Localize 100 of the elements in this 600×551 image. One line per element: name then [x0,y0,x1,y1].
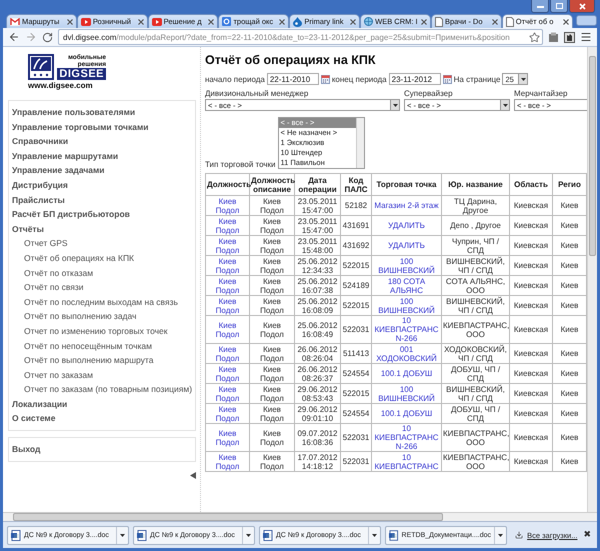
close-icon[interactable] [279,18,286,24]
calendar-icon[interactable] [320,74,330,84]
menu-item[interactable]: Локализации [12,396,68,412]
submenu-item[interactable]: Отчет GPS [12,236,68,251]
close-button[interactable] [569,0,595,13]
table-link[interactable]: УДАЛИТЬ [372,236,442,256]
menu-item[interactable]: Управление задачами [12,163,105,178]
table-link[interactable]: Киев Подол [206,296,250,316]
submenu-item[interactable]: Отчет по изменению торговых точек [12,324,168,338]
logout-link[interactable]: Выход [12,442,40,457]
maximize-button[interactable] [550,0,568,13]
vertical-scrollbar[interactable] [587,47,597,512]
extension-icon[interactable] [564,32,575,42]
submenu-item[interactable]: Отчет по заказам [12,368,93,382]
download-menu-button[interactable] [368,526,380,544]
table-link[interactable]: 10 КИЕВПАСТРАНС N-266 [372,424,442,452]
date-field[interactable]: 23-11-2012 [388,73,441,85]
download-menu-button[interactable] [242,526,254,544]
table-link[interactable]: УДАЛИТЬ [372,216,442,236]
table-cell: 23.05.2011 15:47:00 [294,196,340,216]
table-cell: Киевская [510,424,552,452]
table-link[interactable]: Киев Подол [206,256,250,276]
menu-item[interactable]: Дистрибуция [12,178,68,193]
back-icon[interactable] [8,31,20,43]
menu-item[interactable]: Управление торговыми точками [12,120,148,134]
table-cell: 17.07.2012 14:18:12 [294,452,340,472]
submenu-item[interactable]: Отчёт об операциях на КПК [12,250,134,266]
table-cell: 431692 [340,236,372,256]
table-link[interactable]: Киев Подол [206,452,250,472]
document-icon [137,530,147,540]
reload-icon[interactable] [42,32,53,42]
submenu-item[interactable]: Отчёт по связи [12,280,84,295]
table-cell: Киев Подол [250,452,294,472]
table-link[interactable]: 100.1 ДОБУШ [372,404,442,424]
table-link[interactable]: Магазин 2-й этаж [372,196,442,216]
download-menu-button[interactable] [116,526,128,544]
table-link[interactable]: 180 СОТА АЛЬЯНС [372,276,442,296]
table-cell: ХОДОКОВСКИЙ, ЧП / СПД [442,344,510,364]
menu-item[interactable]: Управление маршрутами [12,148,118,164]
menu-item[interactable]: Прайслисты [12,192,65,208]
envelope-icon [10,18,20,26]
download-icon [515,530,524,540]
close-icon[interactable] [66,18,73,24]
table-link[interactable]: 100 ВИШНЕВСКИЙ [372,256,442,276]
horizontal-scrollbar[interactable] [3,512,597,521]
star-icon[interactable] [529,32,540,42]
table-link[interactable]: 10 КИЕВПАСТРАНС N-266 [372,316,442,344]
new-tab-button[interactable] [576,15,597,26]
table-link[interactable]: Киев Подол [206,404,250,424]
table-link[interactable]: Киев Подол [206,216,250,236]
table-cell: 522015 [340,296,372,316]
table-link[interactable]: Киев Подол [206,316,250,344]
date-field[interactable]: 22-11-2010 [266,73,319,85]
table-link[interactable]: 100.1 ДОБУШ [372,364,442,384]
submenu-item[interactable]: Отчёт по отказам [12,266,94,280]
table-link[interactable]: 10 КИЕВПАСТРАНС [372,452,442,472]
download-menu-button[interactable] [494,526,506,544]
caret-icon [498,534,503,536]
table-link[interactable]: Киев Подол [206,364,250,384]
table-link[interactable]: Киев Подол [206,276,250,296]
menu-icon[interactable] [580,31,592,43]
menu-item[interactable]: Управление пользователями [12,105,136,120]
caret-icon [246,534,251,536]
minimize-icon [536,4,544,8]
minimize-button[interactable] [531,0,549,13]
table-link[interactable]: 100 ВИШНЕВСКИЙ [372,296,442,316]
submenu-item[interactable]: Отчёт по выполнению задач [12,309,136,324]
table-link[interactable]: Киев Подол [206,424,250,452]
menu-item[interactable]: Справочники [12,134,68,149]
close-button[interactable]: ✖ [581,530,593,540]
close-icon[interactable] [350,18,356,24]
menu-item[interactable]: Расчёт БП дистрибьюторов [12,207,130,222]
table-link[interactable]: 100 ВИШНЕВСКИЙ [372,384,442,404]
close-icon[interactable] [492,18,498,24]
caret-icon [120,534,125,536]
close-icon[interactable] [420,18,427,24]
menu-item[interactable]: Отчёты [12,222,44,236]
close-icon[interactable] [562,18,569,24]
table-link[interactable]: Киев Подол [206,384,250,404]
close-icon[interactable] [138,18,144,24]
table-link[interactable]: Киев Подол [206,344,250,364]
field-label: На странице [454,74,500,84]
submenu-item[interactable]: Отчёт по непосещённым точкам [12,338,152,354]
field-label: Мерчантайзер [514,89,568,98]
logo-wordmark: DIGSEE [57,68,106,80]
submenu-item[interactable]: Отчёт по последним выходам на связь [12,294,178,310]
table-cell: ДОБУШ, ЧП / СПД [442,364,510,384]
close-icon[interactable] [208,18,214,24]
submenu-item[interactable]: Отчет по заказам (по товарным позициям) [12,382,192,397]
table-link[interactable]: Киев Подол [206,236,250,256]
table-cell: ВИШНЕВСКИЙ, ЧП / СПД [442,256,510,276]
table-link[interactable]: 001 ХОДОКОВСКИЙ [372,344,442,364]
table-cell: 29.06.2012 09:01:10 [294,404,340,424]
column-header: Область [510,174,552,196]
address-bar[interactable]: dvl.digsee.com/module/pdaReport/?date_from=22-11-2010&date_to=23-11-2012&per_page=25&submit=Применить&position [58,29,543,45]
calendar-icon[interactable] [442,74,452,84]
table-link[interactable]: Киев Подол [206,196,250,216]
menu-item[interactable]: О системе [12,411,56,426]
submenu-item[interactable]: Отчёт по выполнению маршрута [12,353,154,368]
collapse-icon[interactable] [190,472,196,479]
